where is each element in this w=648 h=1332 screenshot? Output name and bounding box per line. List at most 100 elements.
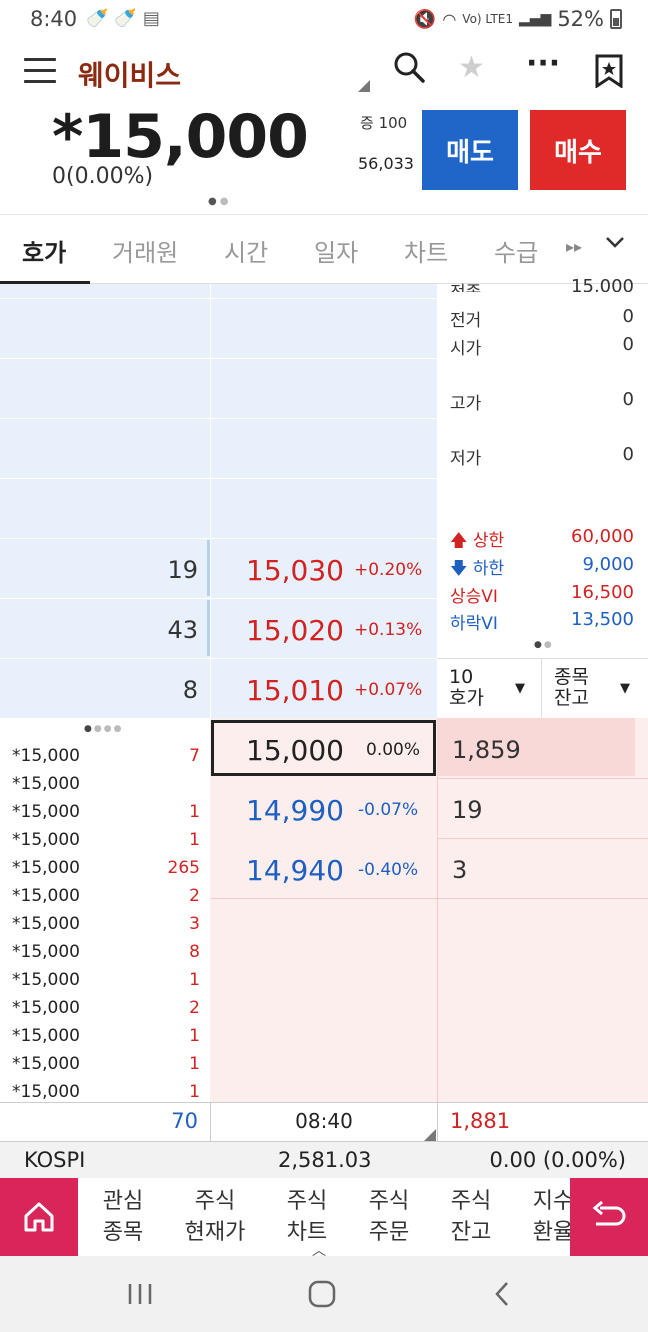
trade-volume: 265	[167, 858, 200, 878]
trade-volume: 1	[189, 970, 200, 990]
tab-time[interactable]: 시간	[224, 233, 268, 268]
info-label-prev-volume: 전거	[450, 311, 482, 331]
arrow-up-icon: 🡅	[450, 531, 468, 551]
index-name: KOSPI	[24, 1148, 86, 1172]
battery-percent: 52%	[557, 7, 604, 31]
limit-down-value: 9,000	[582, 554, 634, 575]
balance-select[interactable]: 종목 잔고 ▼	[542, 659, 647, 719]
page-indicator: ●●	[208, 196, 232, 207]
tab-broker[interactable]: 거래원	[112, 233, 178, 268]
status-time: 8:40	[30, 7, 78, 31]
menu-icon[interactable]	[24, 58, 56, 86]
trade-volume: 1	[189, 1054, 200, 1074]
bid-price[interactable]: 14,940	[246, 854, 344, 887]
tab-hoga[interactable]: 호가	[22, 233, 66, 268]
bid-price[interactable]: 14,990	[246, 794, 344, 827]
ask-quantity[interactable]: 19	[8, 556, 198, 584]
sell-button[interactable]: 매도	[422, 110, 518, 190]
nav-stock-balance[interactable]: 주식 잔고	[431, 1186, 511, 1248]
bid-quantity[interactable]: 19	[452, 796, 483, 824]
status-bar: 8:40 🍼🍼▤ 🔇 ◠ Vo) LTE1 ▂▄▆ 52%	[0, 0, 648, 40]
ask-price[interactable]: 15,010	[246, 674, 344, 707]
arrow-down-icon: 🡇	[450, 559, 468, 579]
trade-price: *15,000	[12, 998, 80, 1018]
ask-quantity[interactable]: 8	[8, 676, 198, 704]
more-icon[interactable]: ···	[526, 46, 560, 81]
vi-down-value: 13,500	[571, 609, 634, 630]
info-page-indicator: ●●	[534, 640, 554, 650]
nav-index-fx[interactable]: 지수 환율	[513, 1186, 570, 1248]
ask-price[interactable]: 15,020	[246, 614, 344, 647]
back-nav-icon[interactable]	[492, 1280, 512, 1308]
expand-corner-icon[interactable]	[424, 1129, 436, 1141]
limit-down-label: 🡇 하한	[450, 559, 505, 579]
total-ask-quantity: 70	[171, 1109, 198, 1133]
index-value: 2,581.03	[278, 1148, 372, 1172]
star-icon[interactable]: ★	[458, 50, 485, 85]
bid-quantity[interactable]: 1,859	[452, 736, 521, 764]
trade-volume: 56,033	[358, 154, 414, 173]
stock-name[interactable]: 웨이비스	[78, 54, 181, 94]
ask-volume-bar	[207, 540, 210, 596]
recent-apps-icon[interactable]	[126, 1282, 154, 1306]
back-button[interactable]	[570, 1178, 648, 1256]
info-value-low: 0	[622, 444, 634, 465]
trade-price: *15,000	[12, 942, 80, 962]
bid-percent: -0.07%	[358, 800, 419, 820]
summary-time: 08:40	[295, 1109, 353, 1133]
ask-percent: +0.20%	[354, 560, 423, 580]
home-nav-icon[interactable]	[308, 1280, 336, 1308]
current-row-price[interactable]: 15,000	[246, 734, 344, 767]
battery-icon	[610, 9, 622, 29]
tab-bar: 호가 거래원 시간 일자 차트 수급 ▸▸	[0, 214, 648, 284]
buy-button[interactable]: 매수	[530, 110, 626, 190]
nav-watchlist[interactable]: 관심 종목	[83, 1186, 163, 1248]
nav-stock-chart[interactable]: 주식 차트	[267, 1186, 347, 1248]
search-icon[interactable]	[392, 50, 426, 92]
hoga-count-select[interactable]: 10 호가 ▼	[437, 659, 542, 719]
status-right: 🔇 ◠ Vo) LTE1 ▂▄▆ 52%	[414, 7, 622, 31]
summary-row: 70 08:40 1,881	[0, 1102, 648, 1143]
info-value-open: 0	[622, 334, 634, 355]
limit-up-label: 🡅 상한	[450, 531, 505, 551]
stock-dropdown-icon[interactable]	[358, 80, 370, 92]
tab-supply[interactable]: 수급	[494, 233, 538, 268]
trade-price: *15,000	[12, 858, 80, 878]
ask-quantity[interactable]: 43	[8, 616, 198, 644]
trade-volume: 2	[189, 886, 200, 906]
ask-price[interactable]: 15,030	[246, 554, 344, 587]
trade-price: *15,000	[12, 914, 80, 934]
home-button[interactable]	[0, 1178, 78, 1256]
info-value-high: 0	[622, 389, 634, 410]
info-label-prev-close: 전종	[450, 278, 481, 292]
network-label: Vo) LTE1	[462, 12, 513, 26]
trade-volume: 3	[189, 914, 200, 934]
nav-stock-order[interactable]: 주식 주문	[349, 1186, 429, 1248]
tab-chart[interactable]: 차트	[404, 233, 448, 268]
dropdown-arrow-icon: ▼	[515, 681, 525, 696]
trade-price: *15,000	[12, 1054, 80, 1074]
selector-row: 10 호가 ▼ 종목 잔고 ▼	[437, 658, 648, 719]
trade-list: *15,000 7 *15,000 *15,000 1 *15,000 1 *15,0…	[0, 744, 210, 1102]
trade-price: *15,000	[12, 970, 80, 990]
trade-volume: 1	[189, 1082, 200, 1102]
tab-scroll-icon[interactable]: ▸▸	[566, 237, 582, 256]
index-ticker[interactable]: KOSPI 2,581.03 0.00 (0.00%)	[0, 1142, 648, 1178]
bookmark-icon[interactable]	[594, 54, 624, 96]
vi-up-value: 16,500	[571, 582, 634, 603]
info-label-open: 시가	[450, 339, 482, 359]
ask-percent: +0.13%	[354, 620, 423, 640]
bid-quantity[interactable]: 3	[452, 856, 467, 884]
tab-daily[interactable]: 일자	[314, 233, 358, 268]
trade-price: *15,000	[12, 830, 80, 850]
margin-rate: 증 100	[360, 114, 408, 132]
current-row-percent: 0.00%	[366, 740, 421, 760]
chevron-down-icon[interactable]	[604, 231, 626, 259]
bid-percent: -0.40%	[358, 860, 419, 880]
trade-price: *15,000	[12, 802, 80, 822]
info-label-low: 저가	[450, 449, 482, 469]
ask-volume-bar	[207, 600, 210, 656]
vi-up-label: 상승VI	[450, 587, 498, 607]
nav-stock-quote[interactable]: 주식 현재가	[175, 1186, 255, 1248]
stock-header: 웨이비스 ★ ··· *15,000 0(0.00%) 증 100 56,033…	[0, 40, 648, 212]
